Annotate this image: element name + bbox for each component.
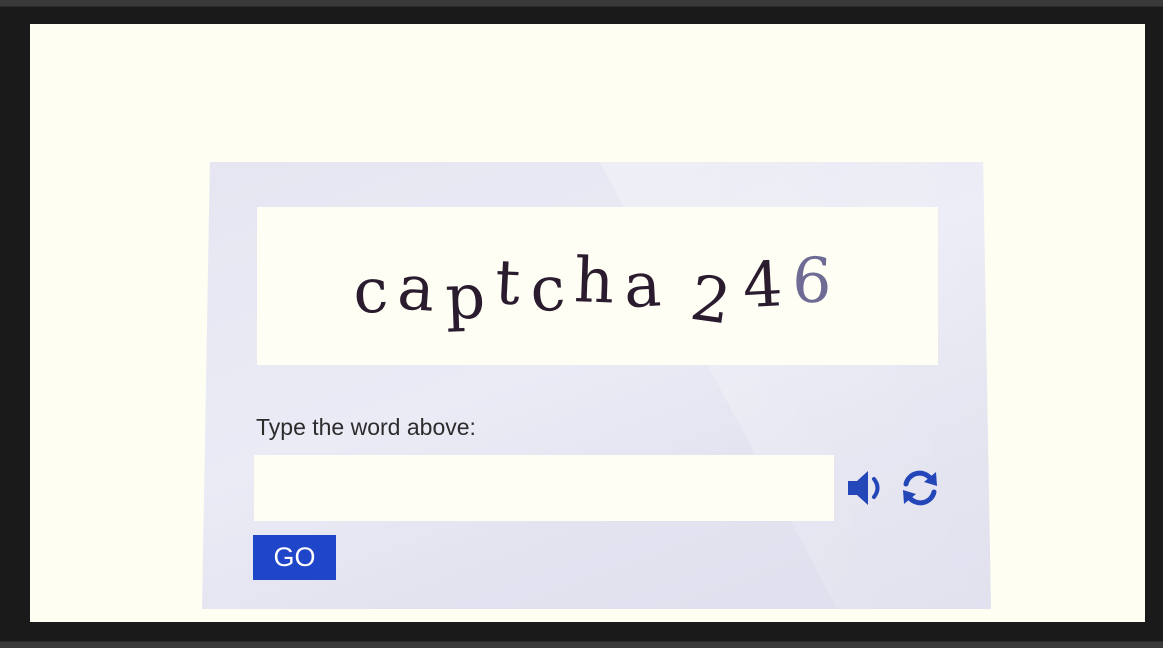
go-button[interactable]: GO: [253, 535, 336, 580]
captcha-digit: 6: [791, 242, 844, 318]
captcha-digit: 2: [686, 260, 746, 340]
screen: c a p t c h a 2 4 6 Type the word above:: [30, 24, 1145, 622]
monitor-bezel: c a p t c h a 2 4 6 Type the word above:: [0, 0, 1163, 648]
captcha-char: h: [573, 242, 626, 318]
captcha-char: a: [395, 249, 448, 327]
captcha-char: a: [622, 246, 674, 322]
captcha-digit: 4: [740, 246, 794, 322]
captcha-answer-input[interactable]: [254, 455, 834, 521]
captcha-char: c: [351, 252, 401, 328]
speaker-icon: [848, 471, 880, 505]
refresh-icon: [903, 470, 937, 506]
captcha-widget: c a p t c h a 2 4 6 Type the word above:: [202, 162, 991, 609]
captcha-text: c a p t c h a 2 4 6: [352, 243, 843, 340]
captcha-char: p: [444, 258, 497, 334]
captcha-char: c: [527, 250, 578, 326]
refresh-captcha-button[interactable]: [898, 468, 942, 508]
captcha-prompt-label: Type the word above:: [256, 414, 476, 440]
captcha-image: c a p t c h a 2 4 6: [257, 207, 938, 365]
captcha-char: t: [493, 244, 532, 320]
audio-captcha-button[interactable]: [846, 468, 890, 508]
